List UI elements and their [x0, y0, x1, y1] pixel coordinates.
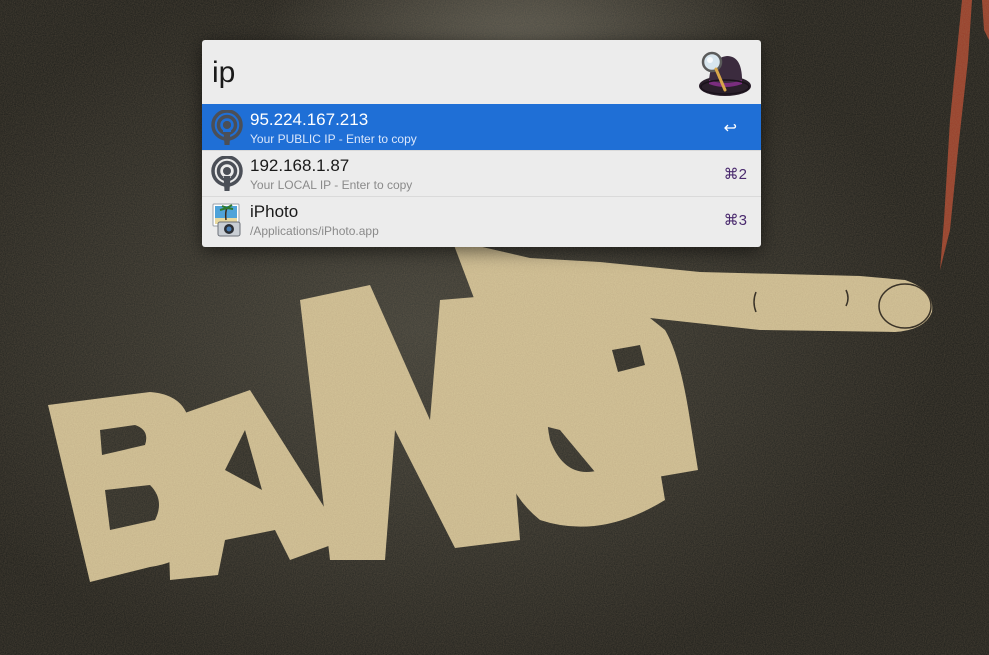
cmd-3-shortcut: ⌘3	[723, 212, 747, 229]
result-title: iPhoto	[250, 202, 299, 221]
cmd-2-shortcut: ⌘2	[723, 166, 747, 183]
podcast-broadcast-icon	[211, 110, 243, 145]
result-row-iphoto[interactable]: iPhoto /Applications/iPhoto.app ⌘3	[202, 196, 761, 242]
result-title: 192.168.1.87	[250, 156, 350, 175]
desktop-wallpaper: 95.224.167.213 Your PUBLIC IP - Enter to…	[0, 0, 989, 655]
result-title: 95.224.167.213	[250, 110, 369, 129]
podcast-broadcast-icon	[211, 156, 243, 191]
results-list: 95.224.167.213 Your PUBLIC IP - Enter to…	[202, 104, 761, 242]
result-subtitle: /Applications/iPhoto.app	[250, 224, 379, 238]
return-key-shortcut: ↩	[723, 120, 737, 137]
result-subtitle: Your LOCAL IP - Enter to copy	[250, 178, 413, 192]
alfred-window: 95.224.167.213 Your PUBLIC IP - Enter to…	[202, 40, 761, 247]
result-row-public-ip[interactable]: 95.224.167.213 Your PUBLIC IP - Enter to…	[202, 104, 761, 150]
search-bar	[202, 40, 761, 104]
alfred-hat-icon	[699, 51, 751, 96]
result-subtitle: Your PUBLIC IP - Enter to copy	[250, 132, 417, 146]
iphoto-app-icon	[212, 203, 241, 237]
search-input[interactable]	[212, 54, 682, 92]
result-row-local-ip[interactable]: 192.168.1.87 Your LOCAL IP - Enter to co…	[202, 150, 761, 196]
